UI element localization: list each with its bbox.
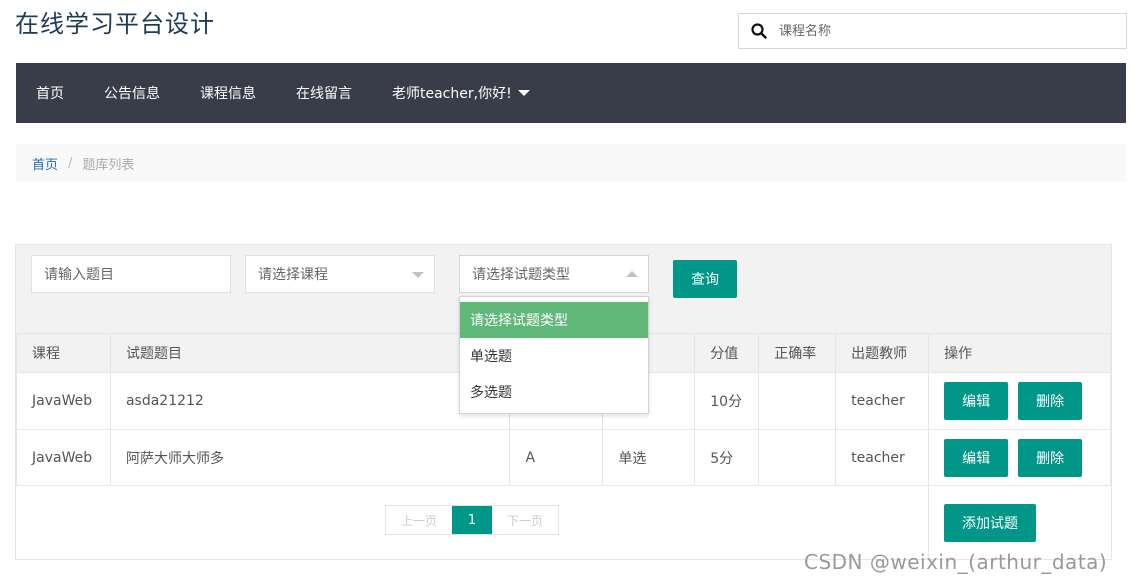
cell-answer: A — [509, 429, 604, 487]
edit-button[interactable]: 编辑 — [944, 382, 1009, 420]
cell-question: 阿萨大师大师多 — [109, 429, 511, 487]
search-box[interactable] — [738, 13, 1127, 49]
course-select-placeholder: 请选择课程 — [258, 267, 328, 283]
pagination-prev[interactable]: 上一页 — [386, 506, 452, 534]
pagination: 上一页 1 下一页 — [385, 505, 559, 535]
cell-course: JavaWeb — [16, 372, 111, 430]
course-select[interactable]: 请选择课程 — [245, 255, 435, 293]
cell-course: JavaWeb — [16, 429, 111, 487]
search-icon[interactable] — [739, 23, 779, 39]
query-button[interactable]: 查询 — [673, 260, 737, 298]
cell-teacher: teacher — [835, 429, 930, 487]
table-row: JavaWeb 阿萨大师大师多 A 单选 5分 teacher 编辑 删除 — [16, 429, 1111, 487]
dropdown-option-multiple[interactable]: 多选题 — [460, 374, 648, 410]
nav-user-menu[interactable]: 老师teacher,你好! — [392, 83, 530, 103]
breadcrumb-home[interactable]: 首页 — [32, 154, 58, 173]
delete-button[interactable]: 删除 — [1018, 382, 1083, 420]
cell-accuracy — [758, 372, 837, 430]
edit-button[interactable]: 编辑 — [944, 439, 1009, 477]
nav-item-home[interactable]: 首页 — [36, 83, 64, 103]
header-score: 分值 — [694, 333, 760, 373]
cell-actions: 编辑 删除 — [928, 429, 1111, 487]
header-course: 课程 — [16, 333, 111, 373]
search-input[interactable] — [779, 23, 1099, 39]
pagination-next[interactable]: 下一页 — [492, 506, 558, 534]
question-title-input[interactable]: 请输入题目 — [31, 255, 231, 293]
footer-divider — [928, 486, 929, 560]
breadcrumb: 首页 / 题库列表 — [16, 144, 1126, 182]
watermark: CSDN @weixin_(arthur_data) — [804, 550, 1108, 574]
question-type-placeholder: 请选择试题类型 — [472, 267, 570, 283]
question-type-dropdown: 请选择试题类型 单选题 多选题 — [459, 296, 649, 414]
cell-accuracy — [758, 429, 837, 487]
dropdown-option-placeholder[interactable]: 请选择试题类型 — [460, 302, 648, 338]
breadcrumb-separator: / — [68, 155, 73, 171]
cell-type: 单选 — [602, 429, 696, 487]
chevron-down-icon — [412, 272, 424, 278]
add-question-button[interactable]: 添加试题 — [944, 504, 1036, 542]
delete-button[interactable]: 删除 — [1018, 439, 1083, 477]
nav-user-label: 老师teacher,你好! — [392, 86, 512, 102]
site-title: 在线学习平台设计 — [15, 10, 215, 38]
pagination-current-page[interactable]: 1 — [452, 506, 492, 534]
table-footer: 上一页 1 下一页 添加试题 — [16, 485, 1111, 560]
question-title-placeholder: 请输入题目 — [44, 267, 114, 283]
cell-teacher: teacher — [835, 372, 930, 430]
dropdown-option-single[interactable]: 单选题 — [460, 338, 648, 374]
header-accuracy: 正确率 — [758, 333, 837, 373]
chevron-down-icon — [517, 90, 530, 96]
nav-item-courses[interactable]: 课程信息 — [200, 83, 256, 103]
cell-score: 10分 — [694, 372, 760, 430]
cell-score: 5分 — [694, 429, 760, 487]
nav-item-announcements[interactable]: 公告信息 — [104, 83, 160, 103]
cell-question: asda21212 — [109, 372, 511, 430]
chevron-up-icon — [626, 271, 638, 277]
cell-actions: 编辑 删除 — [928, 372, 1111, 430]
question-type-select[interactable]: 请选择试题类型 — [459, 255, 649, 293]
header-question: 试题题目 — [109, 333, 511, 373]
breadcrumb-current: 题库列表 — [82, 157, 135, 173]
header-actions: 操作 — [928, 333, 1111, 373]
top-navbar: 首页 公告信息 课程信息 在线留言 老师teacher,你好! — [16, 63, 1126, 123]
header-teacher: 出题教师 — [835, 333, 930, 373]
nav-item-messages[interactable]: 在线留言 — [296, 83, 352, 103]
